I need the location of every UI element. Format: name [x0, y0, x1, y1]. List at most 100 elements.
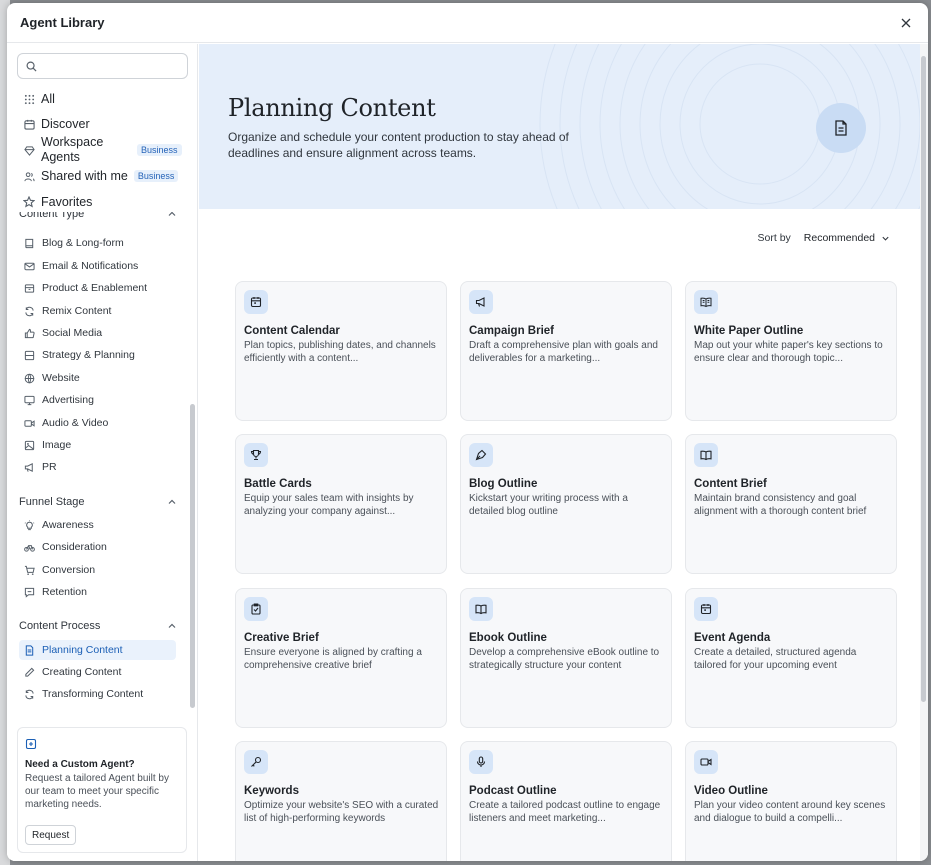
filter-strategy-planning[interactable]: Strategy & Planning [19, 345, 176, 365]
hero-title: Planning Content [228, 94, 436, 122]
book-icon [23, 237, 35, 249]
agent-card-content-brief[interactable]: Content Brief Maintain brand consistency… [685, 434, 897, 574]
filter-image[interactable]: Image [19, 435, 176, 455]
refresh-icon [23, 305, 35, 317]
filter-conversion[interactable]: Conversion [19, 560, 176, 580]
filter-pr[interactable]: PR [19, 457, 176, 477]
nav-label: All [41, 92, 55, 106]
filter-label: Advertising [42, 394, 94, 406]
book-open-icon [694, 290, 718, 314]
monitor-icon [23, 394, 35, 406]
filter-remix-content[interactable]: Remix Content [19, 301, 176, 321]
close-button[interactable] [898, 15, 914, 31]
hero-document-icon [816, 103, 866, 153]
mail-icon [23, 260, 35, 272]
filter-planning-content[interactable]: Planning Content [19, 640, 176, 660]
refresh-icon [23, 688, 35, 700]
sidebar-scrollbar[interactable] [190, 404, 195, 708]
section-title: Content Process [19, 620, 101, 632]
agent-card-title: Blog Outline [469, 478, 538, 490]
filter-label: Website [42, 372, 80, 384]
nav-item-workspace-agents[interactable]: Workspace Agents Business [23, 135, 182, 165]
section-header-funnel-stage[interactable]: Funnel Stage [19, 496, 177, 508]
main-content: Planning Content Organize and schedule y… [199, 44, 920, 861]
filter-label: Consideration [42, 541, 107, 553]
sort-dropdown[interactable]: Recommended [804, 232, 890, 244]
agent-card-title: Ebook Outline [469, 632, 547, 644]
filter-audio-video[interactable]: Audio & Video [19, 413, 176, 433]
agent-card-campaign-brief[interactable]: Campaign Brief Draft a comprehensive pla… [460, 281, 672, 421]
agent-card-description: Kickstart your writing process with a de… [469, 493, 628, 517]
filter-social-media[interactable]: Social Media [19, 323, 176, 343]
agent-card-title: Battle Cards [244, 478, 312, 490]
filter-website[interactable]: Website [19, 368, 176, 388]
custom-agent-card: Need a Custom Agent? Request a tailored … [17, 727, 187, 853]
agent-card-podcast-outline[interactable]: Podcast Outline Create a tailored podcas… [460, 741, 672, 861]
filter-blog-long-form[interactable]: Blog & Long-form [19, 233, 176, 253]
nav-item-all[interactable]: All [23, 92, 55, 106]
request-button[interactable]: Request [25, 825, 77, 845]
book-open-icon [469, 597, 493, 621]
filter-consideration[interactable]: Consideration [19, 537, 176, 557]
filter-label: Strategy & Planning [42, 349, 135, 361]
filter-label: Blog & Long-form [42, 237, 124, 249]
agent-card-ebook-outline[interactable]: Ebook Outline Develop a comprehensive eB… [460, 588, 672, 728]
chevron-up-icon [168, 623, 176, 628]
agent-card-keywords[interactable]: Keywords Optimize your website's SEO wit… [235, 741, 447, 861]
filter-product-enablement[interactable]: Product & Enablement [19, 278, 176, 298]
nav-item-shared-with-me[interactable]: Shared with me Business [23, 169, 179, 183]
filter-creating-content[interactable]: Creating Content [19, 662, 176, 682]
section-header-content-process[interactable]: Content Process [19, 620, 177, 632]
star-icon [23, 196, 35, 208]
image-icon [23, 439, 35, 451]
agent-card-description: Draft a comprehensive plan with goals an… [469, 340, 658, 364]
search-icon [26, 61, 37, 72]
filter-label: Planning Content [42, 644, 123, 656]
search-field[interactable] [17, 53, 188, 79]
video-icon [23, 417, 35, 429]
agent-card-battle-cards[interactable]: Battle Cards Equip your sales team with … [235, 434, 447, 574]
agent-library-modal: Agent Library All Discover Workspace Age… [7, 3, 928, 861]
filter-label: Social Media [42, 327, 103, 339]
main-scrollbar-thumb[interactable] [921, 56, 926, 702]
agent-card-description: Ensure everyone is aligned by crafting a… [244, 647, 422, 671]
filter-label: Image [42, 439, 72, 451]
filter-awareness[interactable]: Awareness [19, 515, 176, 535]
filter-retention[interactable]: Retention [19, 582, 176, 602]
agent-card-description: Create a detailed, structured agenda tai… [694, 647, 857, 671]
agent-card-title: Keywords [244, 785, 299, 797]
document-icon [23, 644, 35, 656]
filter-transforming-content[interactable]: Transforming Content [19, 684, 176, 704]
sidebar: All Discover Workspace Agents Business S… [7, 44, 198, 861]
agent-card-event-agenda[interactable]: Event Agenda Create a detailed, structur… [685, 588, 897, 728]
nav-item-favorites[interactable]: Favorites [23, 195, 92, 209]
agent-card-creative-brief[interactable]: Creative Brief Ensure everyone is aligne… [235, 588, 447, 728]
chevron-up-icon [168, 212, 176, 216]
modal-header: Agent Library [7, 3, 928, 43]
nav-item-discover[interactable]: Discover [23, 117, 90, 131]
agent-card-title: Content Calendar [244, 325, 340, 337]
nav-label: Favorites [41, 195, 93, 209]
filter-scroll-area[interactable]: Content Type Blog & Long-form Email & No… [7, 212, 197, 722]
agent-card-content-calendar[interactable]: Content Calendar Plan topics, publishing… [235, 281, 447, 421]
agent-card-title: Event Agenda [694, 632, 771, 644]
megaphone-icon [469, 290, 493, 314]
section-header-content-type[interactable]: Content Type [19, 212, 177, 220]
main-scrollbar[interactable] [920, 44, 928, 861]
search-input[interactable] [43, 59, 183, 73]
calendar-icon [23, 118, 35, 130]
filter-label: Email & Notifications [42, 260, 139, 272]
business-badge: Business [137, 144, 182, 156]
filter-email-notifications[interactable]: Email & Notifications [19, 256, 176, 276]
key-icon [244, 750, 268, 774]
agent-card-white-paper-outline[interactable]: White Paper Outline Map out your white p… [685, 281, 897, 421]
agent-card-description: Plan topics, publishing dates, and chann… [244, 340, 436, 364]
sort-label: Sort by [757, 232, 791, 244]
filter-label: Product & Enablement [42, 282, 148, 294]
agent-card-description: Maintain brand consistency and goal alig… [694, 493, 867, 517]
filter-advertising[interactable]: Advertising [19, 390, 176, 410]
cart-icon [23, 564, 35, 576]
agent-card-video-outline[interactable]: Video Outline Plan your video content ar… [685, 741, 897, 861]
agent-card-blog-outline[interactable]: Blog Outline Kickstart your writing proc… [460, 434, 672, 574]
agent-card-description: Plan your video content around key scene… [694, 800, 886, 824]
